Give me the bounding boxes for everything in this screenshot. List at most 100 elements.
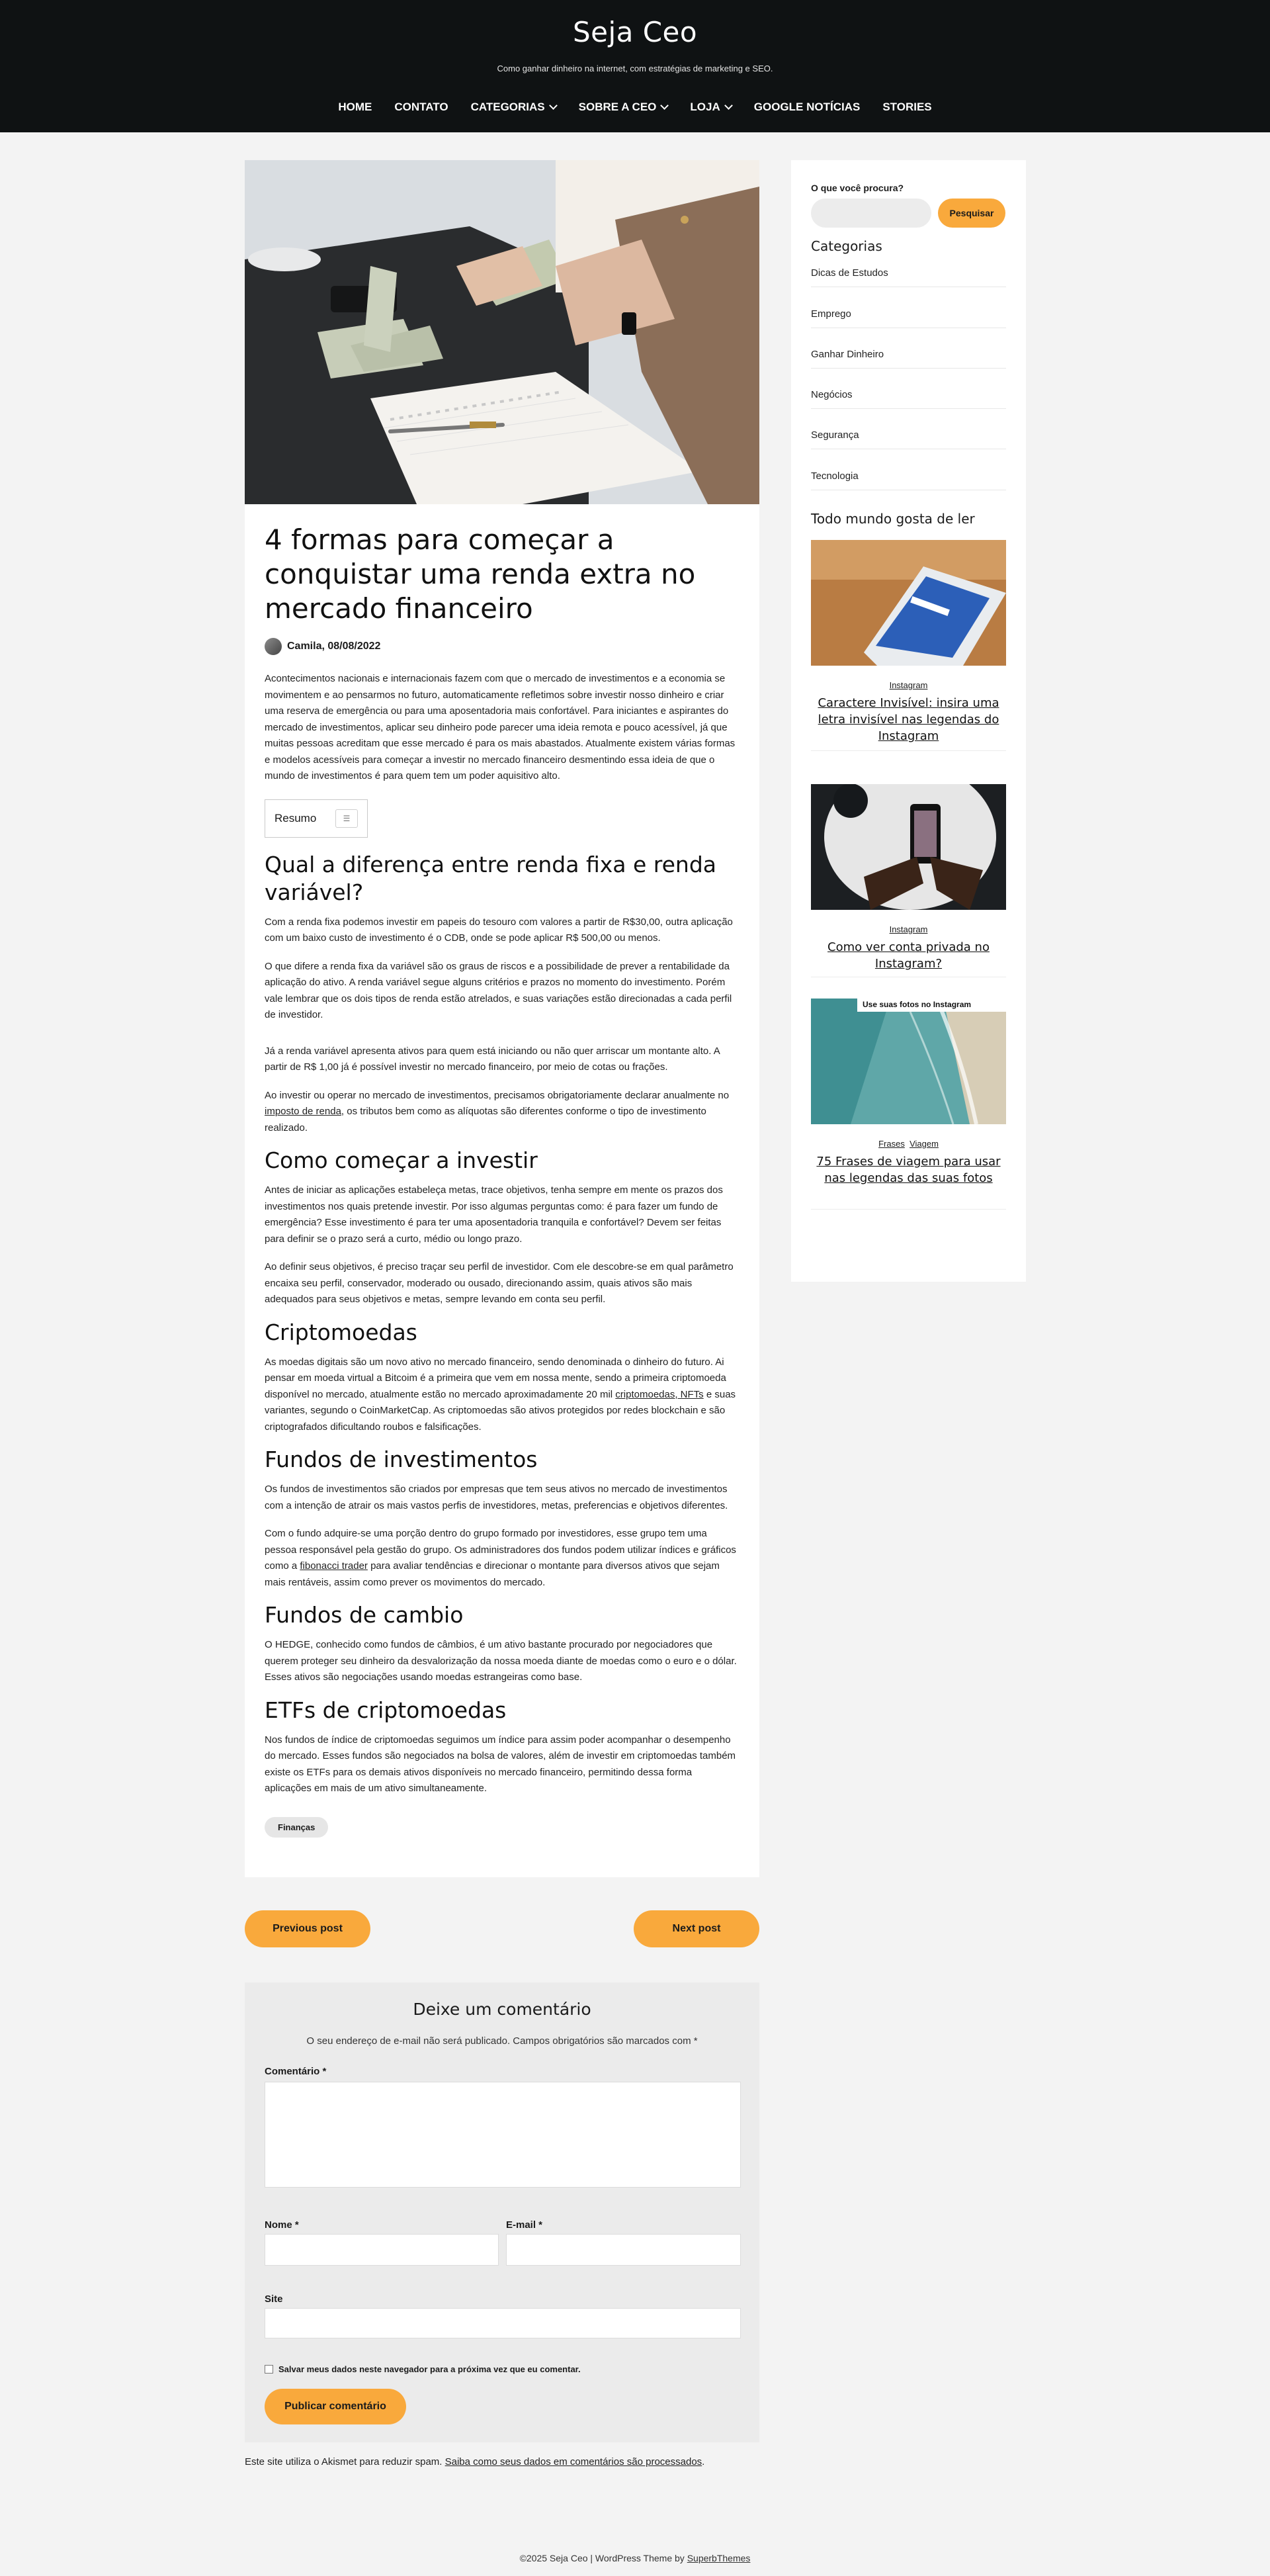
heading-fundos: Fundos de investimentos	[265, 1446, 538, 1472]
nav-home[interactable]: HOME	[338, 101, 372, 114]
nav-home-label: HOME	[338, 101, 372, 113]
category-tag[interactable]: Finanças	[265, 1816, 329, 1838]
toc-label: Resumo	[275, 811, 317, 824]
nav-google-noticias[interactable]: GOOGLE NOTÍCIAS	[754, 101, 861, 114]
save-data-label: Salvar meus dados neste navegador para a…	[278, 2364, 581, 2374]
phone-instagram-image	[811, 540, 1006, 666]
akismet-text: Este site utiliza o Akismet para reduzir…	[245, 2456, 445, 2467]
main-nav: HOME CONTATO CATEGORIAS SOBRE A CEO LOJA…	[0, 101, 1270, 114]
heading-etf: ETFs de criptomoedas	[265, 1697, 507, 1723]
popular-category-link[interactable]: Frases	[878, 1139, 905, 1149]
nav-stories[interactable]: STORIES	[882, 101, 931, 114]
email-label: E-mail *	[506, 2219, 543, 2231]
heading-criptomoedas: Criptomoedas	[265, 1319, 417, 1345]
money-notebook-image	[245, 160, 759, 504]
popular-thumb-private-account[interactable]	[811, 784, 1006, 910]
post-content: 4 formas para começar a conquistar uma r…	[265, 523, 741, 1838]
paragraph: Os fundos de investimentos são criados p…	[265, 1484, 728, 1511]
submit-comment-button[interactable]: Publicar comentário	[265, 2389, 406, 2424]
intro-paragraph: Acontecimentos nacionais e internacionai…	[265, 673, 736, 781]
heading-cambio: Fundos de cambio	[265, 1602, 464, 1628]
name-input[interactable]	[265, 2234, 499, 2266]
article-card: 4 formas para começar a conquistar uma r…	[245, 160, 759, 1877]
nav-categorias[interactable]: CATEGORIAS	[470, 101, 558, 114]
featured-image	[245, 160, 759, 504]
fibonacci-trader-link[interactable]: fibonacci trader	[300, 1560, 368, 1572]
criptomoedas-nfts-link[interactable]: criptomoedas, NFTs	[615, 1389, 703, 1400]
site-title[interactable]: Seja Ceo	[0, 16, 1270, 48]
email-input[interactable]	[506, 2234, 741, 2266]
popular-thumb-travel-phrases[interactable]: Use suas fotos no Instagram	[811, 999, 1006, 1124]
paragraph-imposto: Ao investir ou operar no mercado de inve…	[265, 1088, 741, 1137]
save-data-row: Salvar meus dados neste navegador para a…	[265, 2364, 581, 2374]
toc-toggle-icon[interactable]: ☰	[335, 809, 358, 828]
next-post-button[interactable]: Next post	[634, 1910, 759, 1947]
nav-sobre[interactable]: SOBRE A CEO	[578, 101, 669, 114]
site-tagline: Como ganhar dinheiro na internet, com es…	[497, 64, 773, 73]
previous-post-button[interactable]: Previous post	[245, 1910, 370, 1947]
sidebar: O que você procura? Pesquisar Categorias…	[791, 160, 1026, 1282]
save-data-checkbox[interactable]	[265, 2365, 273, 2374]
comment-form: Deixe um comentário O seu endereço de e-…	[245, 1982, 759, 2442]
category-item[interactable]: Tecnologia	[811, 470, 1006, 490]
nav-loja-label: LOJA	[690, 101, 720, 113]
post-title: 4 formas para começar a conquistar uma r…	[265, 523, 696, 625]
popular-category-link[interactable]: Viagem	[910, 1139, 939, 1149]
comment-label: Comentário *	[265, 2066, 327, 2077]
author-avatar	[265, 638, 282, 655]
akismet-notice: Este site utiliza o Akismet para reduzir…	[245, 2456, 704, 2467]
heading-comecar: Como começar a investir	[265, 1147, 538, 1173]
nav-categorias-label: CATEGORIAS	[470, 101, 545, 113]
comment-textarea[interactable]	[265, 2082, 741, 2188]
popular-category-link[interactable]: Instagram	[811, 924, 1006, 934]
category-item[interactable]: Dicas de Estudos	[811, 267, 1006, 287]
thumb-overlay-text: Use suas fotos no Instagram	[863, 1000, 972, 1009]
paragraph: O HEDGE, conhecido como fundos de câmbio…	[265, 1639, 737, 1683]
popular-title: Todo mundo gosta de ler	[811, 511, 975, 527]
divider	[811, 750, 1006, 751]
akismet-end: .	[702, 2456, 705, 2467]
nav-contato[interactable]: CONTATO	[394, 101, 448, 114]
category-item[interactable]: Segurança	[811, 429, 1006, 449]
author-date[interactable]: Camila, 08/08/2022	[287, 641, 380, 652]
popular-categories: Frases Viagem	[811, 1139, 1006, 1149]
nav-sobre-label: SOBRE A CEO	[578, 101, 657, 113]
popular-post-title[interactable]: Como ver conta privada no Instagram?	[811, 939, 1006, 972]
paragraph: Antes de iniciar as aplicações estabeleç…	[265, 1184, 723, 1245]
table-of-contents[interactable]: Resumo ☰	[265, 799, 368, 838]
nav-google-label: GOOGLE NOTÍCIAS	[753, 101, 861, 113]
search-button[interactable]: Pesquisar	[938, 199, 1005, 228]
paragraph: Já a renda variável apresenta ativos par…	[265, 1045, 720, 1073]
search-input[interactable]	[811, 199, 931, 228]
categories-title: Categorias	[811, 238, 882, 254]
post-meta: Camila, 08/08/2022	[265, 638, 741, 655]
chevron-down-icon	[660, 101, 669, 110]
popular-post-title[interactable]: 75 Frases de viagem para usar nas legend…	[811, 1153, 1006, 1186]
popular-category-link[interactable]: Instagram	[811, 680, 1006, 690]
popular-post-title[interactable]: Caractere Invisível: insira uma letra in…	[811, 695, 1006, 744]
text: Ao investir ou operar no mercado de inve…	[265, 1089, 730, 1101]
paragraph: Com a renda fixa podemos investir em pap…	[265, 916, 733, 944]
popular-thumb-instagram-phone[interactable]	[811, 540, 1006, 666]
paragraph: O que difere a renda fixa da variável sã…	[265, 960, 732, 1021]
nav-stories-label: STORIES	[882, 101, 932, 113]
comment-form-title: Deixe um comentário	[413, 2000, 591, 2019]
category-item[interactable]: Emprego	[811, 308, 1006, 328]
divider	[811, 1209, 1006, 1210]
imposto-de-renda-link[interactable]: imposto de renda	[265, 1106, 341, 1117]
comment-notes: O seu endereço de e-mail não será public…	[306, 2035, 698, 2047]
category-item[interactable]: Negócios	[811, 389, 1006, 409]
site-input[interactable]	[265, 2308, 741, 2338]
footer-text: ©2025 Seja Ceo | WordPress Theme by	[519, 2553, 687, 2563]
category-item[interactable]: Ganhar Dinheiro	[811, 349, 1006, 369]
phone-hands-image	[811, 784, 1006, 910]
chevron-down-icon	[724, 101, 733, 110]
akismet-link[interactable]: Saiba como seus dados em comentários são…	[445, 2456, 702, 2467]
nav-contato-label: CONTATO	[394, 101, 448, 113]
superbthemes-link[interactable]: SuperbThemes	[687, 2553, 751, 2563]
paragraph-fundos: Com o fundo adquire-se uma porção dentro…	[265, 1526, 741, 1591]
site-label: Site	[265, 2293, 283, 2305]
paragraph-cripto: As moedas digitais são um novo ativo no …	[265, 1355, 741, 1436]
nav-loja[interactable]: LOJA	[690, 101, 733, 114]
heading-diferenca: Qual a diferença entre renda fixa e rend…	[265, 851, 716, 905]
